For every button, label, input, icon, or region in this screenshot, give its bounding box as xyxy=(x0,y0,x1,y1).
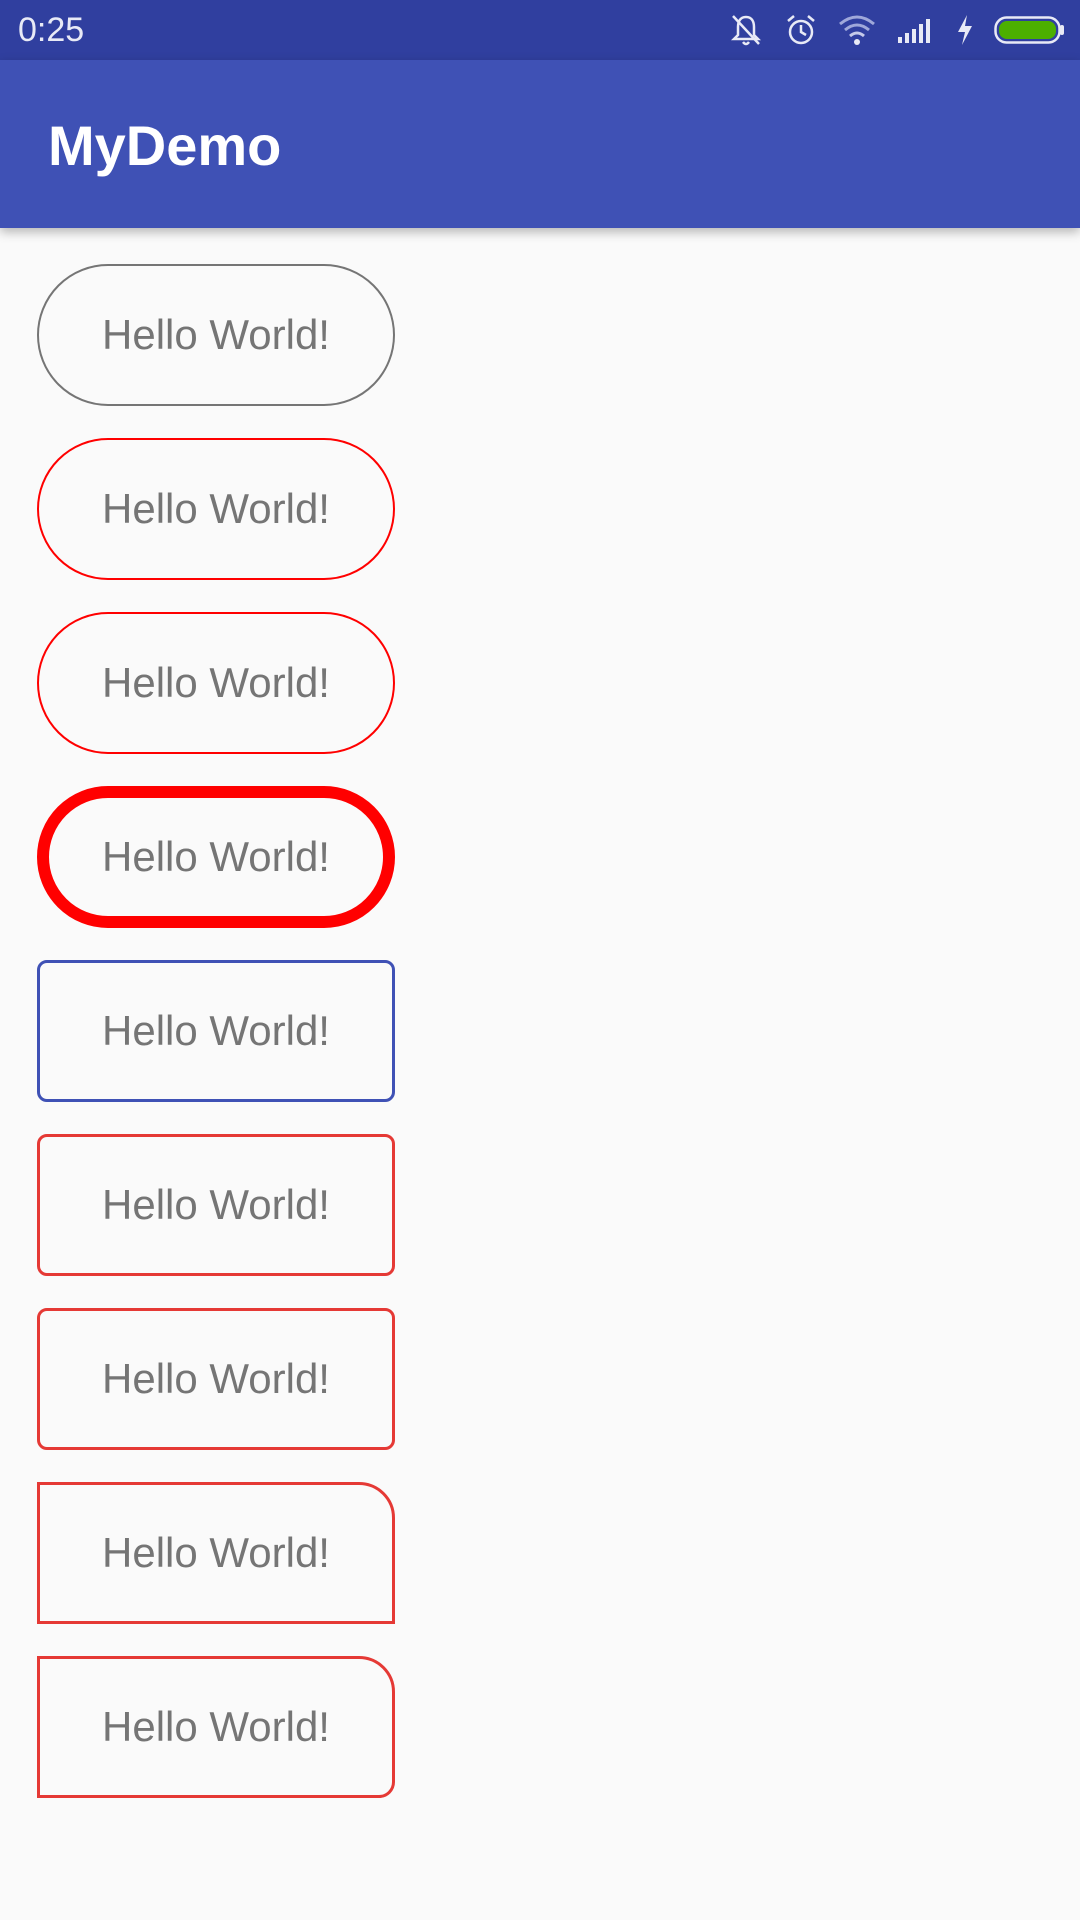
hello-world-button-2[interactable]: Hello World! xyxy=(37,438,395,580)
button-list: Hello World! Hello World! Hello World! H… xyxy=(0,228,1080,1920)
hello-world-button-5[interactable]: Hello World! xyxy=(37,960,395,1102)
charging-icon xyxy=(956,14,974,46)
alarm-icon xyxy=(784,13,818,47)
hello-world-button-7[interactable]: Hello World! xyxy=(37,1308,395,1450)
battery-icon xyxy=(994,15,1066,45)
app-title: MyDemo xyxy=(48,114,282,177)
hello-world-button-3[interactable]: Hello World! xyxy=(37,612,395,754)
wifi-icon xyxy=(838,14,876,46)
status-time: 0:25 xyxy=(18,11,85,49)
hello-world-button-9[interactable]: Hello World! xyxy=(37,1656,395,1798)
status-bar: 0:25 xyxy=(0,0,1080,60)
signal-icon xyxy=(896,15,936,45)
app-bar: MyDemo xyxy=(0,60,1080,228)
status-icons xyxy=(728,0,1066,60)
hello-world-button-8[interactable]: Hello World! xyxy=(37,1482,395,1624)
hello-world-button-4[interactable]: Hello World! xyxy=(37,786,395,928)
mute-icon xyxy=(728,12,764,48)
hello-world-button-6[interactable]: Hello World! xyxy=(37,1134,395,1276)
hello-world-button-1[interactable]: Hello World! xyxy=(37,264,395,406)
